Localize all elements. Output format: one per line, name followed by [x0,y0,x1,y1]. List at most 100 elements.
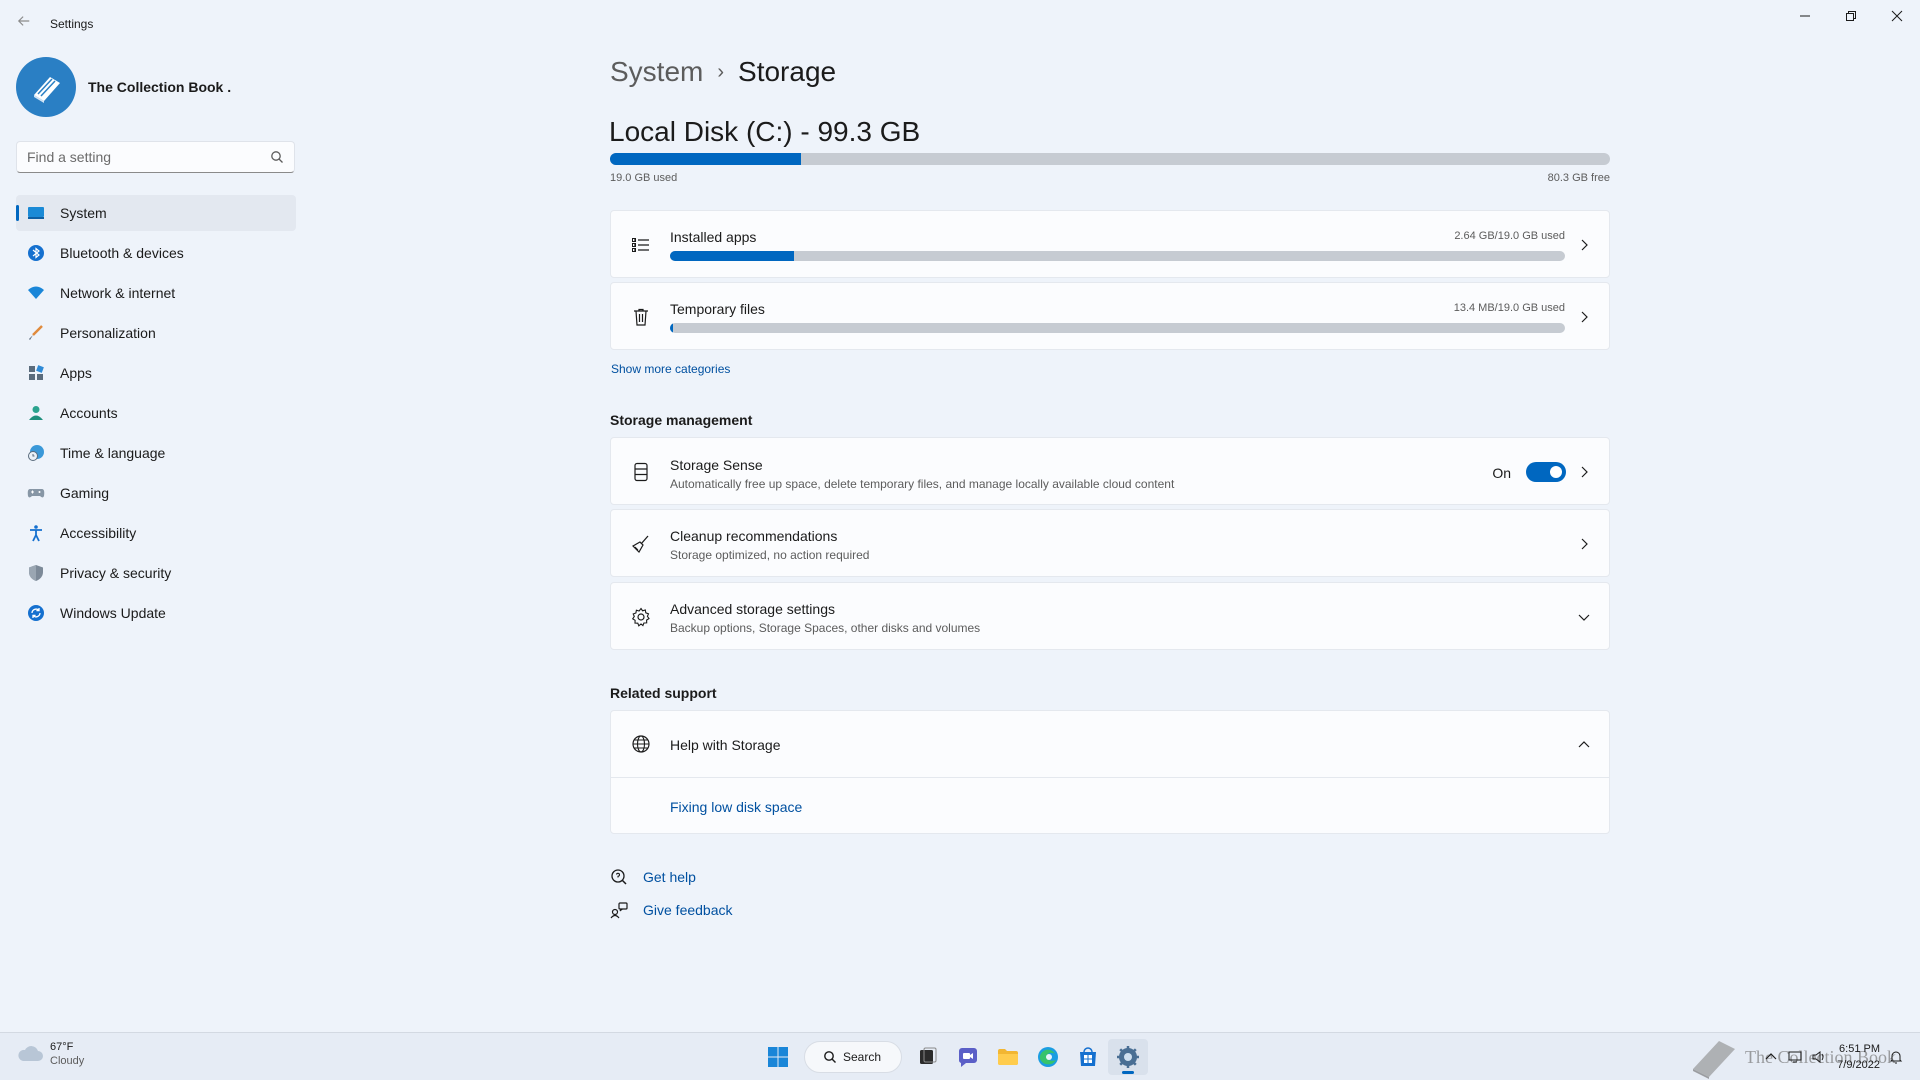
taskbar: 67°F Cloudy Search The Collection Book 6… [0,1032,1920,1080]
temporary-files-bar [670,323,1565,333]
breadcrumb-parent[interactable]: System [610,56,703,88]
storage-sense-toggle[interactable] [1526,462,1566,482]
edge-browser-icon [1038,1047,1058,1067]
sidebar-item-label: Time & language [60,445,166,461]
sidebar-nav: System Bluetooth & devices Network & int… [16,195,296,635]
show-more-categories-link[interactable]: Show more categories [611,362,730,376]
chat-button[interactable] [948,1039,988,1075]
chevron-right-icon [1581,239,1588,251]
sidebar-item-bluetooth[interactable]: Bluetooth & devices [16,235,296,271]
disk-usage-bar [610,153,1610,165]
back-arrow-icon[interactable] [14,14,34,34]
storage-sense-card[interactable]: Storage Sense Automatically free up spac… [610,437,1610,505]
sidebar-item-apps[interactable]: Apps [16,355,296,391]
sidebar-item-label: Personalization [60,325,156,341]
weather-condition: Cloudy [50,1055,85,1067]
wifi-icon [26,283,46,303]
search-input[interactable] [17,142,257,172]
cloud-icon [18,1046,43,1061]
file-explorer-button[interactable] [988,1039,1028,1075]
gear-icon [629,605,653,629]
sidebar-item-personalization[interactable]: Personalization [16,315,296,351]
chevron-right-icon [1581,538,1588,550]
sidebar-item-network[interactable]: Network & internet [16,275,296,311]
storage-management-heading: Storage management [610,412,753,428]
clock-globe-icon [26,443,46,463]
minimize-icon [1800,15,1810,17]
person-icon [26,403,46,423]
cleanup-desc: Storage optimized, no action required [670,548,870,562]
sidebar-item-windows-update[interactable]: Windows Update [16,595,296,631]
breadcrumb: System › Storage [610,56,836,88]
sidebar-item-privacy[interactable]: Privacy & security [16,555,296,591]
avatar [16,57,76,117]
storage-sense-desc: Automatically free up space, delete temp… [670,477,1175,491]
clock-date: 7/9/2022 [1837,1059,1880,1071]
weather-widget[interactable]: 67°F Cloudy [16,1041,84,1067]
user-profile[interactable]: The Collection Book . [16,57,231,117]
get-help-link[interactable]: Get help [643,869,696,885]
store-button[interactable] [1068,1039,1108,1075]
book-watermark-icon [1693,1041,1736,1079]
feedback-icon [610,902,628,919]
advanced-storage-card[interactable]: Advanced storage settings Backup options… [610,582,1610,650]
settings-search-box[interactable] [16,141,295,173]
gamepad-icon [26,483,46,503]
restore-icon [1846,11,1856,21]
sidebar-item-accounts[interactable]: Accounts [16,395,296,431]
disk-title: Local Disk (C:) - 99.3 GB [609,116,921,147]
help-with-storage-title: Help with Storage [670,737,781,753]
notifications-icon[interactable] [1888,1049,1904,1065]
taskbar-search[interactable]: Search [804,1041,902,1073]
temporary-files-title: Temporary files [670,301,765,317]
give-feedback-link[interactable]: Give feedback [643,902,733,918]
volume-icon[interactable] [1811,1049,1827,1065]
installed-apps-title: Installed apps [670,229,757,245]
edge-button[interactable] [1028,1039,1068,1075]
clock[interactable]: 6:51 PM 7/9/2022 [1837,1041,1880,1073]
globe-icon [629,732,653,756]
minimize-button[interactable] [1782,0,1828,32]
book-logo-icon [34,77,60,103]
chevron-right-icon [1581,466,1588,478]
update-icon [26,603,46,623]
accessibility-icon [26,523,46,543]
window-title: Settings [50,17,94,31]
chevron-up-icon[interactable] [1763,1049,1779,1065]
fixing-low-disk-space-link[interactable]: Fixing low disk space [670,799,802,815]
get-help-icon [611,869,627,885]
sidebar-item-label: Network & internet [60,285,176,301]
search-icon[interactable] [270,150,284,164]
installed-apps-bar [670,251,1565,261]
task-view-icon [920,1047,937,1064]
sidebar-item-accessibility[interactable]: Accessibility [16,515,296,551]
settings-app-button[interactable] [1108,1039,1148,1075]
bluetooth-icon [26,243,46,263]
disk-used-label: 19.0 GB used [610,172,678,184]
restore-button[interactable] [1828,0,1874,32]
sidebar-item-label: Accessibility [60,525,137,541]
title-bar: Settings [0,0,1920,48]
advanced-storage-title: Advanced storage settings [670,601,835,617]
temporary-files-bar-fill [670,323,673,333]
sidebar-item-gaming[interactable]: Gaming [16,475,296,511]
start-button[interactable] [758,1039,798,1075]
help-with-storage-header[interactable]: Help with Storage [611,711,1609,778]
close-button[interactable] [1874,0,1920,32]
clock-time: 6:51 PM [1839,1043,1880,1055]
profile-name: The Collection Book . [88,79,232,95]
temporary-files-card[interactable]: Temporary files 13.4 MB/19.0 GB used [610,282,1610,350]
chevron-up-icon [1578,741,1590,748]
sidebar-item-label: Windows Update [60,605,166,621]
cleanup-recommendations-card[interactable]: Cleanup recommendations Storage optimize… [610,509,1610,577]
network-icon[interactable] [1787,1049,1803,1065]
task-view-button[interactable] [908,1039,948,1075]
sidebar-item-time-language[interactable]: Time & language [16,435,296,471]
list-icon [629,233,653,257]
breadcrumb-separator: › [717,60,725,83]
advanced-storage-desc: Backup options, Storage Spaces, other di… [670,621,981,635]
sidebar-item-system[interactable]: System [16,195,296,231]
installed-apps-card[interactable]: Installed apps 2.64 GB/19.0 GB used [610,210,1610,278]
search-icon [824,1051,836,1063]
related-support-heading: Related support [610,685,717,701]
